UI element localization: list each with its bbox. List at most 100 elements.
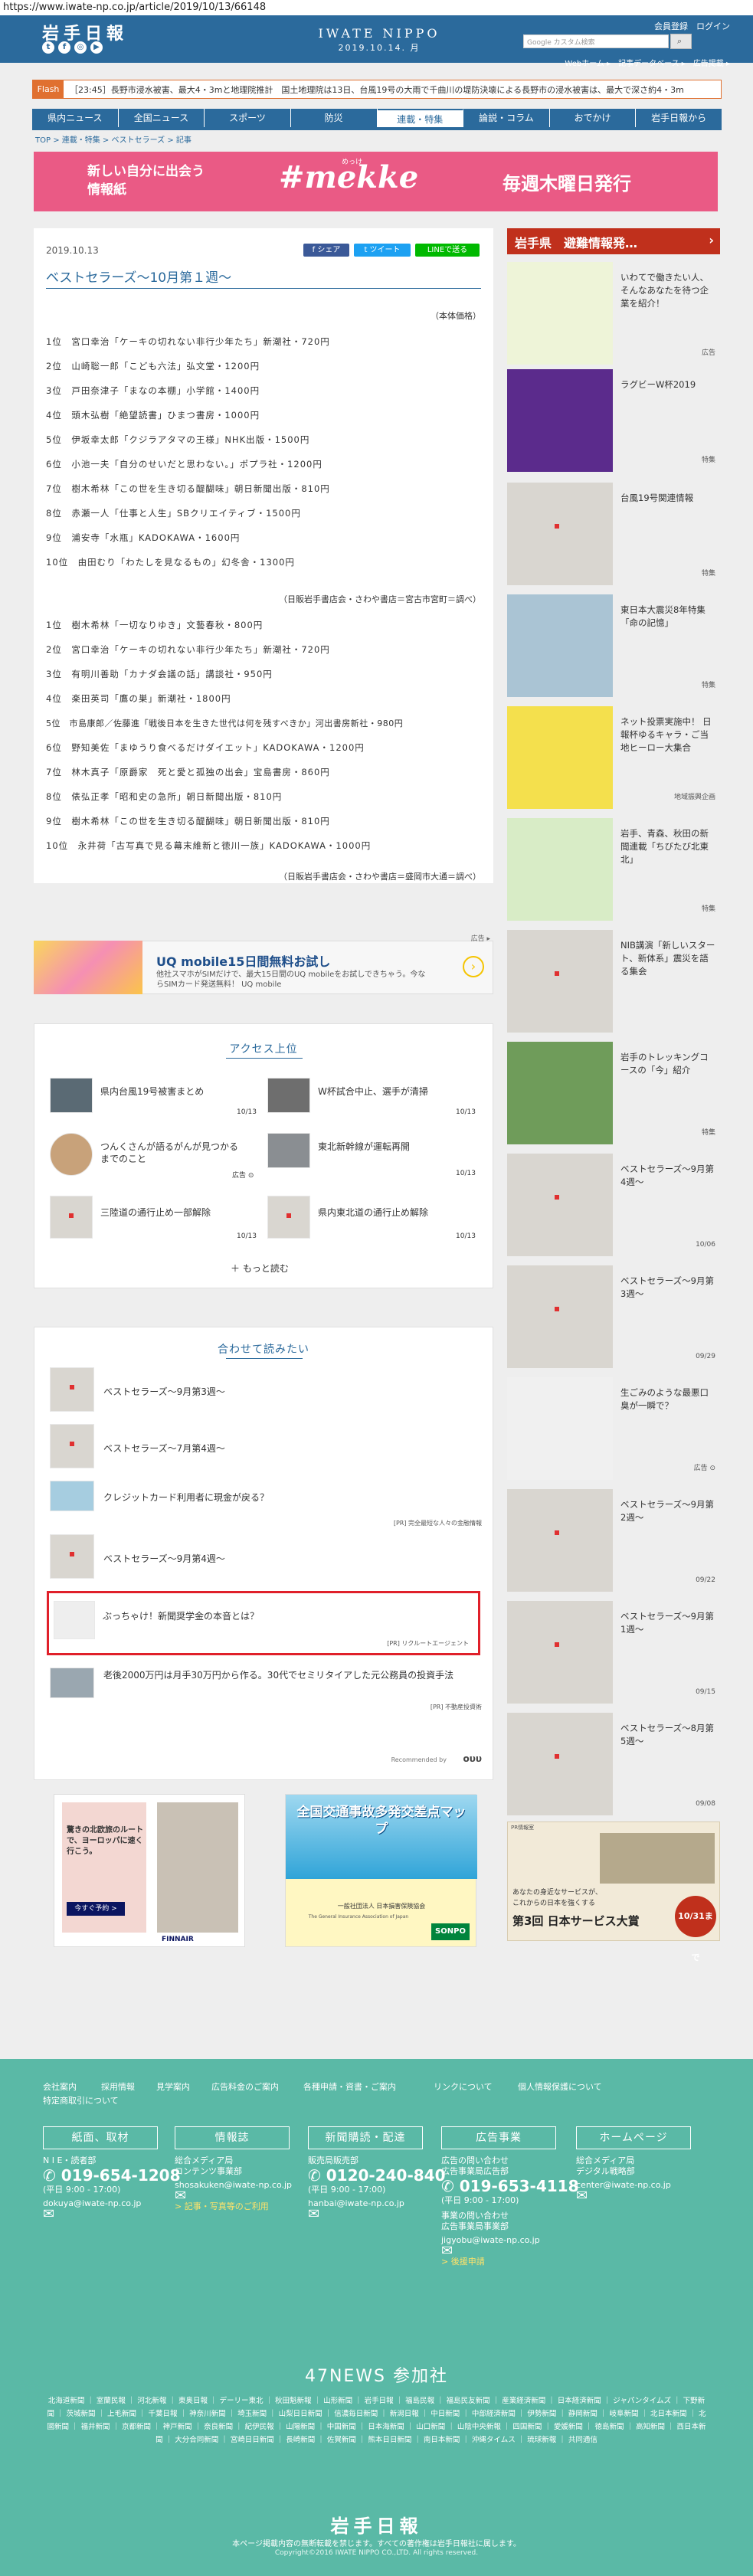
- footer-link[interactable]: 広告料金のご案内: [211, 2080, 279, 2093]
- mail-icon[interactable]: ✉: [441, 2244, 579, 2258]
- footer-phone[interactable]: 0120-240-840: [326, 2166, 446, 2185]
- related-thumb[interactable]: [50, 1367, 94, 1412]
- access-item[interactable]: つんくさんが語るがんが見つかるまでのこと: [100, 1141, 246, 1165]
- access-thumb[interactable]: [267, 1196, 310, 1239]
- footer-email[interactable]: dokuya@iwate-np.co.jp: [43, 2198, 181, 2209]
- access-item[interactable]: W杯試合中止、選手が清掃: [318, 1085, 471, 1098]
- sidebar-item-text[interactable]: 生ごみのような最悪口臭が一瞬で？: [620, 1386, 715, 1412]
- sidebar-item-text[interactable]: 岩手のトレッキングコースの「今」紹介: [620, 1051, 715, 1077]
- sidebar-item[interactable]: 岩手、青森、秋田の新聞連載「ちびたび北東北」 特集: [507, 815, 720, 921]
- footer-phone[interactable]: 019-654-1208: [61, 2166, 181, 2185]
- member-links[interactable]: 会員登録 ログイン: [654, 20, 730, 32]
- related-item[interactable]: ベストセラーズ〜9月第4週〜: [103, 1553, 225, 1565]
- access-thumb[interactable]: [267, 1078, 310, 1113]
- read-more-link[interactable]: ＋ もっと読む: [231, 1262, 289, 1275]
- footer-box-subscription[interactable]: 新聞購読・配達: [308, 2126, 423, 2149]
- ad-image[interactable]: [34, 941, 142, 994]
- chevron-right-icon[interactable]: ›: [463, 956, 484, 977]
- sidebar-item[interactable]: ベストセラーズ〜8月第5週〜 09/08: [507, 1710, 720, 1815]
- highlighted-related-item[interactable]: ぶっちゃけ！新聞奨学金の本音とは？ [PR] リクルートエージェント: [47, 1591, 480, 1655]
- mail-icon[interactable]: ✉: [43, 2208, 181, 2221]
- related-thumb[interactable]: [50, 1534, 94, 1579]
- access-item[interactable]: 三陸道の通行止め一部解除: [100, 1206, 246, 1219]
- flash-news-ticker[interactable]: Flash ［23:45］長野市浸水被害、最大4・3mと地理院推計 国土地理院は…: [32, 80, 722, 99]
- finnair-ad[interactable]: 驚きの北欧旅のルートで、ヨーロッパに速く行こう。 今すぐ予約 > FINNAIR: [54, 1794, 245, 1947]
- related-item[interactable]: ベストセラーズ〜9月第3週〜: [103, 1386, 225, 1398]
- footer-link-sponsorship[interactable]: > 後援申請: [441, 2257, 579, 2267]
- footer-logo[interactable]: 岩手日報: [0, 2511, 753, 2538]
- sidebar-item-text[interactable]: いわてで働きたい人、そんなあなたを待つ企業を紹介！: [620, 271, 715, 310]
- web-links[interactable]: Webホーム ▸ 記事データベース ▸ 広告掲載 ▸: [565, 57, 730, 68]
- line-share-button[interactable]: LINEで送る: [415, 244, 480, 257]
- mail-icon[interactable]: ✉: [175, 2189, 292, 2203]
- uq-mobile-ad[interactable]: 広告 ▸ UQ mobile15日間無料お試し 他社スマホがSIMだけで、最大1…: [34, 935, 493, 994]
- access-item[interactable]: 県内東北道の通行止め解除: [318, 1206, 471, 1219]
- sidebar-item[interactable]: ラグビーW杯2019 特集: [507, 366, 720, 472]
- sidebar-item[interactable]: ベストセラーズ〜9月第4週〜 10/06: [507, 1151, 720, 1256]
- facebook-share-button[interactable]: f シェア: [303, 244, 349, 257]
- breadcrumb[interactable]: TOP > 連載・特集 > ベストセラーズ > 記事: [35, 133, 192, 145]
- footer-link[interactable]: 各種申請・資書・ご案内: [303, 2080, 396, 2093]
- nav-prefecture-news[interactable]: 県内ニュース: [32, 109, 119, 127]
- sidebar-item[interactable]: ベストセラーズ〜9月第1週〜 09/15: [507, 1598, 720, 1704]
- sidebar-item[interactable]: ベストセラーズ〜9月第2週〜 09/22: [507, 1486, 720, 1592]
- nav-editorial-column[interactable]: 論説・コラム: [463, 109, 550, 127]
- sidebar-item[interactable]: 台風19号関連情報 特集: [507, 480, 720, 585]
- nav-national-news[interactable]: 全国ニュース: [119, 109, 205, 127]
- nav-series-features[interactable]: 連載・特集: [377, 109, 464, 127]
- facebook-icon[interactable]: f: [58, 41, 70, 54]
- footer-email[interactable]: hanbai@iwate-np.co.jp: [308, 2198, 446, 2209]
- access-thumb[interactable]: [267, 1133, 310, 1168]
- sidebar-item-text[interactable]: ベストセラーズ〜9月第1週〜: [620, 1610, 715, 1636]
- search-input[interactable]: Google カスタム検索: [523, 34, 669, 48]
- instagram-icon[interactable]: ◎: [74, 41, 87, 54]
- related-thumb[interactable]: [50, 1481, 94, 1511]
- footer-email[interactable]: shosakuken@iwate-np.co.jp: [175, 2180, 292, 2191]
- sidebar-item[interactable]: いわてで働きたい人、そんなあなたを待つ企業を紹介！ 広告: [507, 259, 720, 365]
- nav-sports[interactable]: スポーツ: [205, 109, 291, 127]
- related-thumb[interactable]: [54, 1601, 95, 1639]
- related-item[interactable]: クレジットカード利用者に現金が戻る？: [103, 1491, 269, 1504]
- footer-email[interactable]: center@iwate-np.co.jp: [576, 2180, 671, 2191]
- service-award-ad[interactable]: PR情報室 あなたの身近なサービスが、 これからの日本を強くする 第3回 日本サ…: [507, 1822, 720, 1962]
- nav-outings[interactable]: おでかけ: [550, 109, 637, 127]
- twitter-share-button[interactable]: t ツイート: [354, 244, 411, 257]
- sidebar-item-text[interactable]: ベストセラーズ〜9月第3週〜: [620, 1275, 715, 1301]
- related-thumb[interactable]: [50, 1424, 94, 1468]
- sidebar-item[interactable]: ネット投票実施中！ 日報杯ゆるキャラ・ご当地ヒーロー大集合 地域振興企画: [507, 703, 720, 809]
- sidebar-item[interactable]: 生ごみのような最悪口臭が一瞬で？ 広告 ⊙: [507, 1374, 720, 1480]
- youtube-icon[interactable]: ▶: [90, 41, 103, 54]
- flash-text[interactable]: ［23:45］長野市浸水被害、最大4・3mと地理院推計 国土地理院は13日、台風…: [70, 85, 684, 95]
- access-thumb[interactable]: [50, 1196, 93, 1239]
- traffic-map-ad[interactable]: 全国交通事故多発交差点マップ 一般社団法人 日本損害保険協会 The Gener…: [285, 1794, 477, 1947]
- access-item[interactable]: 東北新幹線が運転再開: [318, 1141, 471, 1153]
- related-thumb[interactable]: [50, 1668, 94, 1698]
- access-thumb[interactable]: [50, 1078, 93, 1113]
- mail-icon[interactable]: ✉: [308, 2208, 446, 2221]
- sidebar-item-text[interactable]: ベストセラーズ〜9月第4週〜: [620, 1163, 715, 1189]
- recommend-brand-logo[interactable]: ουυ: [463, 1753, 482, 1764]
- ad-label[interactable]: 広告 ▸: [471, 933, 490, 943]
- footer-phone[interactable]: 019-653-4118: [460, 2177, 579, 2195]
- evacuation-info-header[interactable]: 岩手県 避難情報発… ›: [507, 228, 720, 254]
- news47-title[interactable]: 47NEWS 参加社: [0, 2362, 753, 2387]
- related-item[interactable]: ベストセラーズ〜7月第4週〜: [103, 1442, 225, 1455]
- sidebar-item-text[interactable]: ラグビーW杯2019: [620, 378, 715, 391]
- book-now-button[interactable]: 今すぐ予約 >: [67, 1902, 125, 1916]
- mail-icon[interactable]: ✉: [576, 2189, 671, 2203]
- footer-email[interactable]: jigyobu@iwate-np.co.jp: [441, 2235, 579, 2246]
- site-logo[interactable]: 岩手日報: [42, 20, 128, 44]
- nav-from-iwate-nippo[interactable]: 岩手日報から: [636, 109, 722, 127]
- twitter-icon[interactable]: t: [42, 41, 54, 54]
- url-bar[interactable]: https://www.iwate-np.co.jp/article/2019/…: [0, 0, 753, 15]
- related-item[interactable]: 老後2000万円は月手30万円から作る。30代でセミリタイアした元公務員の投資手…: [103, 1669, 486, 1681]
- footer-link[interactable]: 特定商取引について: [43, 2094, 119, 2106]
- footer-box-advertising[interactable]: 広告事業: [441, 2126, 556, 2149]
- sidebar-item-text[interactable]: ベストセラーズ〜8月第5週〜: [620, 1722, 715, 1748]
- footer-link[interactable]: リンクについて: [434, 2080, 493, 2093]
- sidebar-item[interactable]: 岩手のトレッキングコースの「今」紹介 特集: [507, 1039, 720, 1144]
- sidebar-item[interactable]: 東日本大震災8年特集「命の記憶」 特集: [507, 591, 720, 697]
- mekke-banner[interactable]: 新しい自分に出会う 情報紙 めっけ #mekke 毎週木曜日発行: [34, 152, 718, 211]
- footer-link[interactable]: 会社案内: [43, 2080, 77, 2093]
- search-button[interactable]: ⌕: [670, 34, 692, 49]
